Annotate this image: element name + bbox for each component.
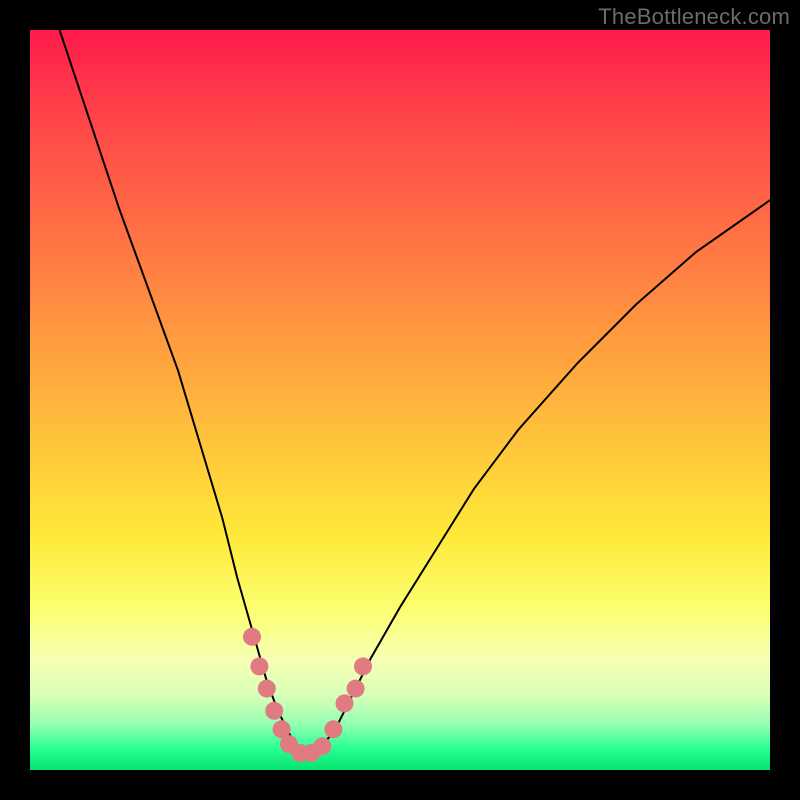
trough-marker — [347, 680, 365, 698]
trough-marker — [313, 737, 331, 755]
trough-marker — [243, 628, 261, 646]
trough-marker — [250, 657, 268, 675]
chart-stage: TheBottleneck.com — [0, 0, 800, 800]
gradient-plot-area — [30, 30, 770, 770]
bottleneck-curve — [60, 30, 770, 755]
trough-marker — [265, 702, 283, 720]
trough-marker — [324, 720, 342, 738]
watermark-text: TheBottleneck.com — [598, 4, 790, 30]
trough-marker — [354, 657, 372, 675]
trough-marker — [336, 694, 354, 712]
curve-svg — [30, 30, 770, 770]
trough-marker — [258, 680, 276, 698]
trough-marker-group — [243, 628, 372, 762]
